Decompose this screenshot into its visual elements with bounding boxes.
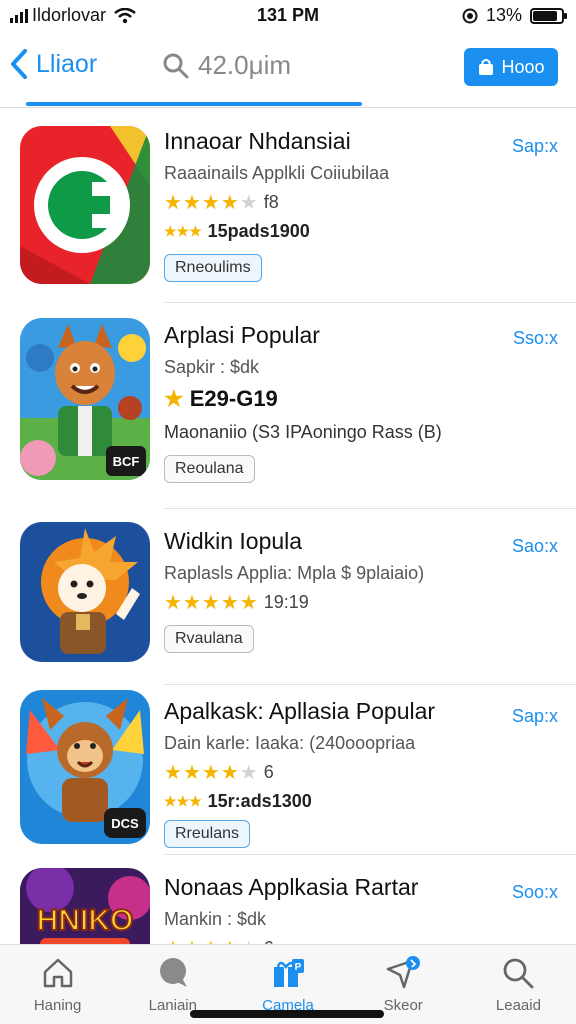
search-underline (26, 102, 362, 106)
star-icon: ★ (239, 591, 258, 614)
svg-text:P: P (295, 962, 302, 973)
icon-badge: BCF (113, 454, 140, 469)
price-button[interactable]: Sap:x (512, 136, 558, 157)
star-icon: ★ (220, 761, 239, 784)
app-subtitle: Mankin : $dk (164, 909, 267, 929)
rating: ★ ★ ★ ★ ★ f8 (164, 192, 504, 213)
star-icon: ★ (201, 591, 220, 614)
list-item[interactable]: HNIKO Nonaas Applkasia Rartar Mankin : $… (0, 856, 576, 944)
tab-label: Haning (33, 997, 82, 1014)
battery-percent: 13% (485, 5, 522, 25)
back-label: Lliaor (36, 49, 98, 78)
row-divider (164, 684, 576, 685)
app-title: Widkin Iopula (164, 528, 303, 554)
row-divider (164, 508, 576, 509)
red-green-c-logo-icon (20, 126, 150, 284)
list-item[interactable]: Widkin Iopula Raplasls Applia: Mpla $ 9p… (0, 510, 576, 686)
star-rating: ★★★★★ (164, 193, 258, 213)
search-icon (504, 958, 534, 989)
app-subtitle: Raaainails Applkli Coiiubilaa (164, 163, 390, 183)
price-button[interactable]: Sso:x (513, 328, 558, 349)
open-label: Hooo (501, 56, 545, 77)
cartoon-hero-game-icon: BCF (20, 318, 150, 480)
tab-label: Leaaid (495, 997, 541, 1014)
open-button[interactable]: Hooo (464, 48, 558, 86)
tab-label: Skeor (383, 997, 423, 1014)
star-icon: ★ (201, 191, 220, 214)
hniko-title-icon: HNIKO (20, 868, 150, 944)
mini-stars-icon: ★★★ (164, 223, 202, 239)
home-icon (43, 958, 72, 988)
location-icon (462, 8, 478, 23)
app-subtitle: Dain karle: Iaaka: (240ooopriaa (164, 733, 416, 753)
category-tag[interactable]: Rreulans (164, 820, 251, 848)
search-field[interactable]: 42.0μim (162, 50, 291, 81)
list-item[interactable]: DCS Apalkask: Apllasia Popular Dain karl… (0, 686, 576, 856)
star-icon: ★ (201, 761, 220, 784)
star-icon: ★ (164, 761, 182, 784)
search-text: 42.0μim (198, 50, 292, 80)
app-subtitle: Raplasls Applia: Mpla $ 9plaiaio) (164, 563, 425, 583)
star-icon: ★ (182, 191, 201, 214)
mini-stars-icon: ★★★ (164, 793, 202, 809)
status-bar: Ildorlovar 131 PM 13% (0, 0, 576, 32)
app-list: Innaoar Nhdansiai Raaainails Applkli Coi… (0, 108, 576, 944)
star-icon: ★ (164, 386, 184, 411)
rating: ★★★★★ 6 (164, 762, 504, 783)
chat-bubble-icon (159, 958, 187, 987)
star-icon: ★ (220, 191, 239, 214)
meta-text: 15r:ads1300 (207, 791, 312, 811)
star-icon: ★ (239, 761, 258, 784)
tab-search[interactable]: Leaaid (461, 945, 576, 1024)
app-title: Nonaas Applkasia Rartar (164, 874, 419, 900)
back-button[interactable]: Lliaor (8, 48, 97, 80)
price-button[interactable]: Soo:x (512, 882, 558, 903)
category-tag[interactable]: Rvaulana (164, 625, 254, 653)
meta-text: 15pads1900 (207, 221, 310, 241)
nav-bar: Lliaor 42.0μim Hooo (0, 36, 576, 108)
category-tag[interactable]: Rneoulims (164, 254, 262, 282)
rating-count: 19:19 (263, 592, 309, 612)
app-meta: ★★★ 15r:ads1300 (164, 791, 504, 812)
star-icon: ★ (164, 591, 182, 614)
chevron-left-icon (11, 49, 27, 79)
icon-badge: DCS (111, 816, 139, 831)
star-rating: ★★★★★ (164, 593, 258, 613)
star-icon: ★ (220, 591, 239, 614)
rating: ★ E29-G19 (164, 386, 504, 412)
list-item[interactable]: Innaoar Nhdansiai Raaainails Applkli Coi… (0, 108, 576, 304)
rating-count: f8 (263, 192, 279, 212)
price-button[interactable]: Sap:x (512, 706, 558, 727)
gift-store-icon: P (274, 959, 304, 987)
app-title: Arplasi Popular (164, 322, 320, 348)
star-icon: ★ (239, 191, 258, 214)
rating-count: 6 (263, 762, 274, 782)
row-divider (164, 854, 576, 855)
app-title: Innaoar Nhdansiai (164, 128, 351, 154)
search-icon (163, 53, 189, 78)
price-button[interactable]: Sao:x (512, 536, 558, 557)
lion-mascot-icon (20, 522, 150, 662)
app-detail: Maonaniio (S3 IPAoningo Rass (B) (164, 422, 442, 442)
category-tag[interactable]: Reoulana (164, 455, 255, 483)
app-meta: ★★★ 15pads1900 (164, 221, 504, 242)
app-title: Apalkask: Apllasia Popular (164, 698, 436, 724)
row-divider (164, 302, 576, 303)
star-icon: ★ (182, 761, 201, 784)
lion-cheer-game-icon: DCS (20, 690, 150, 844)
icon-title: HNIKO (37, 904, 134, 937)
bag-icon (479, 59, 494, 75)
rating-count: E29-G19 (189, 386, 278, 411)
rating: ★ ★ ★ ★ ★ 19:19 (164, 592, 504, 613)
home-indicator (190, 1010, 384, 1018)
app-subtitle: Sapkir : $dk (164, 357, 260, 377)
tab-home[interactable]: Haning (0, 945, 115, 1024)
send-plane-icon (386, 956, 421, 989)
star-icon: ★ (164, 191, 182, 214)
list-item[interactable]: BCF Arplasi Popular Sapkir : $dk ★ E29-G… (0, 304, 576, 510)
star-icon: ★ (182, 591, 201, 614)
star-rating: ★★★★★ (164, 763, 258, 783)
battery-icon (530, 7, 567, 24)
